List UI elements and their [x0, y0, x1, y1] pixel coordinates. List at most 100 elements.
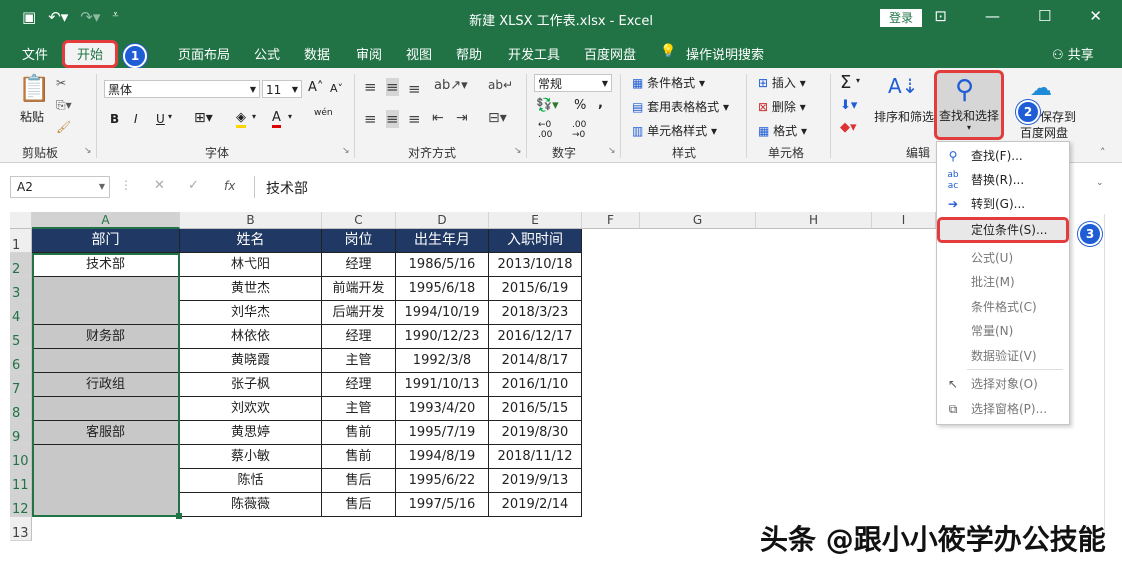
menu-item-find[interactable]: ⚲ 查找(F)...: [937, 144, 1067, 168]
align-center-icon[interactable]: ≡: [386, 110, 399, 128]
tab-home[interactable]: 开始: [62, 40, 119, 68]
share-button[interactable]: ⚇ 共享: [1052, 44, 1094, 63]
menu-item-constants[interactable]: 常量(N): [937, 319, 1067, 343]
row-header[interactable]: 12: [10, 493, 32, 517]
increase-indent-icon[interactable]: ⇥: [456, 110, 468, 126]
column-header[interactable]: I: [872, 212, 936, 229]
format-painter-icon[interactable]: 🖌: [56, 120, 71, 134]
paste-icon[interactable]: 📋: [18, 74, 50, 104]
table-cell[interactable]: 2013/10/18: [489, 253, 582, 277]
accounting-format-icon[interactable]: 💱▾: [536, 98, 559, 113]
paste-button[interactable]: 粘贴: [20, 108, 44, 125]
row-header[interactable]: 6: [10, 349, 32, 373]
table-cell[interactable]: 1995/6/22: [396, 469, 489, 493]
row-header[interactable]: 8: [10, 397, 32, 421]
table-cell[interactable]: 经理: [322, 253, 396, 277]
formula-content[interactable]: 技术部: [266, 178, 308, 198]
percent-button[interactable]: %: [574, 98, 586, 113]
collapse-ribbon-icon[interactable]: ˄: [1100, 146, 1106, 159]
menu-item-select-objects[interactable]: ↖ 选择对象(O): [937, 372, 1067, 396]
table-cell[interactable]: 1995/7/19: [396, 421, 489, 445]
conditional-format-button[interactable]: ▦ 条件格式 ▾: [632, 74, 705, 91]
fill-color-icon[interactable]: ◈: [236, 110, 246, 128]
column-header[interactable]: B: [180, 212, 322, 229]
increase-decimal-icon[interactable]: ←0.00: [538, 120, 552, 140]
clear-icon[interactable]: ◆▾: [840, 120, 857, 135]
column-header[interactable]: A: [32, 212, 180, 229]
wrap-text-icon[interactable]: ab↵: [488, 78, 513, 92]
tell-me-search[interactable]: 操作说明搜索: [686, 44, 764, 63]
fill-handle[interactable]: [176, 513, 182, 519]
table-cell[interactable]: 2018/3/23: [489, 301, 582, 325]
table-cell[interactable]: 售前: [322, 421, 396, 445]
table-cell[interactable]: 2019/2/14: [489, 493, 582, 517]
table-header-cell[interactable]: 部门: [32, 229, 180, 253]
select-all-corner[interactable]: [10, 212, 32, 229]
table-cell[interactable]: 2016/12/17: [489, 325, 582, 349]
align-right-icon[interactable]: ≡: [408, 110, 421, 128]
decrease-decimal-icon[interactable]: .00 →0: [572, 120, 586, 140]
border-icon[interactable]: ⊞▾: [194, 110, 213, 126]
column-header[interactable]: D: [396, 212, 489, 229]
table-cell[interactable]: 2016/5/15: [489, 397, 582, 421]
decrease-font-icon[interactable]: A˅: [330, 82, 343, 95]
table-header-cell[interactable]: 出生年月: [396, 229, 489, 253]
column-header[interactable]: F: [582, 212, 640, 229]
tab-review[interactable]: 审阅: [356, 44, 382, 63]
sort-filter-button[interactable]: 排序和筛选: [874, 108, 934, 125]
tab-page-layout[interactable]: 页面布局: [178, 44, 230, 63]
table-cell[interactable]: 经理: [322, 373, 396, 397]
fill-color-dropdown-icon[interactable]: ▾: [252, 112, 256, 121]
save-baidu-line1[interactable]: 保存到: [1040, 108, 1076, 125]
table-cell[interactable]: 售前: [322, 445, 396, 469]
menu-item-goto-special[interactable]: 定位条件(S)...: [937, 217, 1069, 243]
bold-button[interactable]: B: [110, 112, 119, 126]
table-cell[interactable]: 财务部: [32, 325, 180, 349]
table-cell[interactable]: 黄晓霞: [180, 349, 322, 373]
tab-developer[interactable]: 开发工具: [508, 44, 560, 63]
table-cell[interactable]: 1992/3/8: [396, 349, 489, 373]
font-color-dropdown-icon[interactable]: ▾: [288, 112, 292, 121]
table-cell[interactable]: 2016/1/10: [489, 373, 582, 397]
menu-item-conditional-format[interactable]: 条件格式(C): [937, 295, 1067, 319]
table-cell[interactable]: 陈恬: [180, 469, 322, 493]
autosum-icon[interactable]: Σ: [840, 72, 851, 93]
table-cell[interactable]: 客服部: [32, 421, 180, 445]
table-cell[interactable]: 后端开发: [322, 301, 396, 325]
table-cell[interactable]: 2014/8/17: [489, 349, 582, 373]
find-select-button[interactable]: ⚲ 查找和选择 ▾: [934, 70, 1004, 140]
table-cell[interactable]: 前端开发: [322, 277, 396, 301]
align-bottom-icon[interactable]: ≡: [408, 80, 421, 98]
table-cell[interactable]: [32, 277, 180, 301]
decrease-indent-icon[interactable]: ⇤: [432, 110, 444, 126]
insert-button[interactable]: ⊞ 插入 ▾: [758, 74, 806, 91]
number-format-select[interactable]: 常规 ▼: [534, 74, 612, 92]
table-cell[interactable]: 售后: [322, 469, 396, 493]
row-header[interactable]: 10: [10, 445, 32, 469]
column-header[interactable]: C: [322, 212, 396, 229]
alignment-launcher-icon[interactable]: ↘: [514, 146, 522, 156]
format-button[interactable]: ▦ 格式 ▾: [758, 122, 807, 139]
table-cell[interactable]: 主管: [322, 397, 396, 421]
underline-dropdown-icon[interactable]: ▾: [168, 112, 172, 121]
row-header[interactable]: 2: [10, 253, 32, 277]
align-top-icon[interactable]: ≡: [364, 78, 377, 96]
table-cell[interactable]: 张子枫: [180, 373, 322, 397]
table-cell[interactable]: 售后: [322, 493, 396, 517]
table-cell[interactable]: 1990/12/23: [396, 325, 489, 349]
row-header[interactable]: 11: [10, 469, 32, 493]
font-name-select[interactable]: 黑体 ▼: [104, 80, 260, 98]
table-cell[interactable]: [32, 493, 180, 517]
menu-item-replace[interactable]: ab ac 替换(R)...: [937, 168, 1067, 192]
clipboard-launcher-icon[interactable]: ↘: [84, 146, 92, 156]
italic-button[interactable]: I: [134, 112, 138, 126]
table-cell[interactable]: 2015/6/19: [489, 277, 582, 301]
align-middle-icon[interactable]: ≡: [386, 78, 399, 96]
cut-icon[interactable]: ✂: [56, 76, 66, 90]
table-cell[interactable]: 黄思婷: [180, 421, 322, 445]
table-cell[interactable]: 黄世杰: [180, 277, 322, 301]
table-cell[interactable]: 1993/4/20: [396, 397, 489, 421]
menu-item-data-validation[interactable]: 数据验证(V): [937, 344, 1067, 368]
baidu-cloud-icon[interactable]: ☁: [1030, 76, 1052, 101]
save-baidu-line2[interactable]: 百度网盘: [1020, 124, 1068, 141]
